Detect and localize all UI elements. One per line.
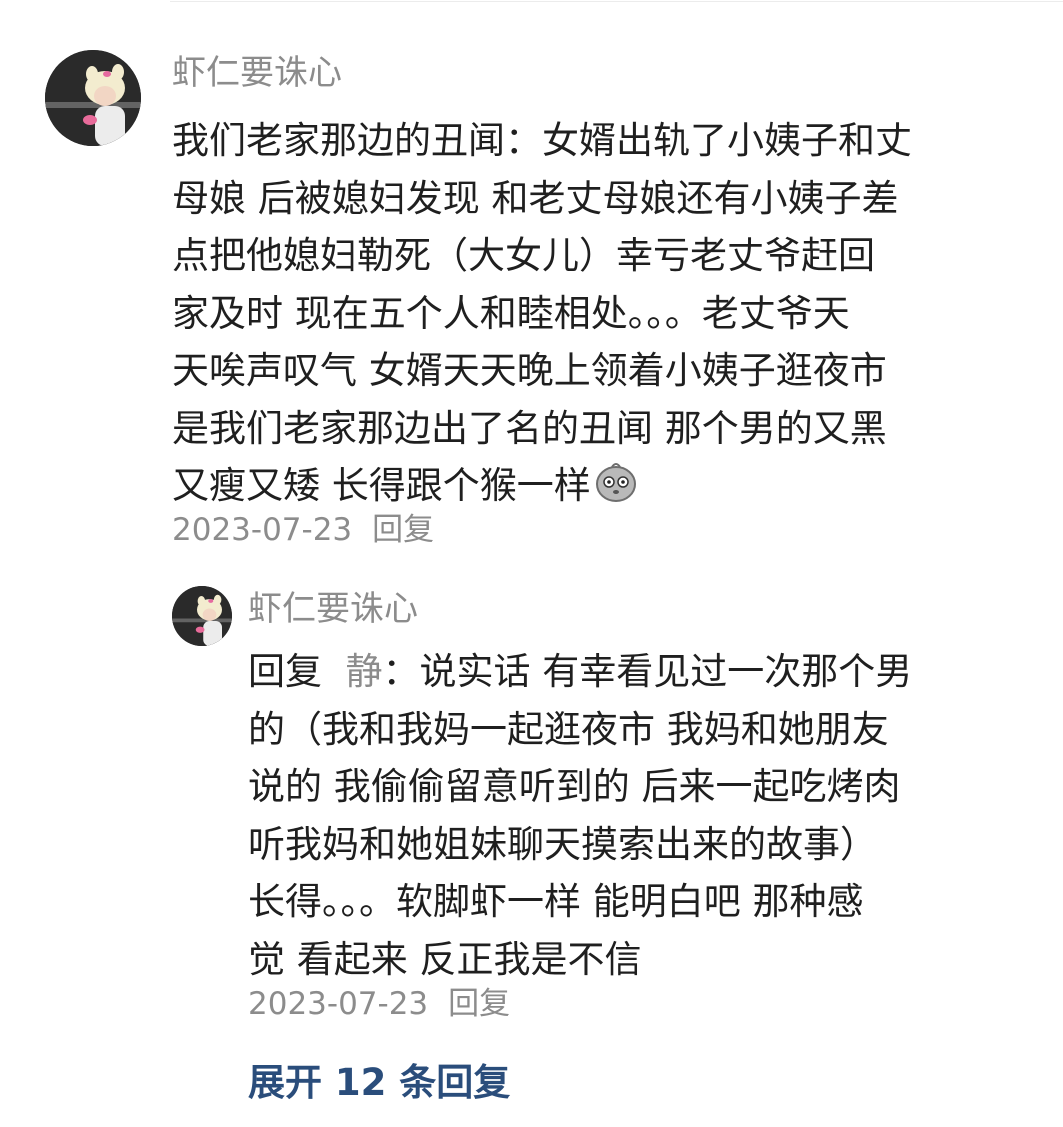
comment-line: 点把他媳妇勒死（大女儿）幸亏老丈爷赶回 [172, 234, 875, 277]
reply-user-avatar[interactable] [172, 586, 232, 646]
comment-line: 我们老家那边的丑闻：女婿出轨了小姨子和丈 [172, 119, 912, 162]
reply-line: 听我妈和她姐妹聊天摸索出来的故事） [248, 822, 877, 866]
user-avatar[interactable] [45, 50, 141, 146]
comment-reply-button[interactable]: 回复 [372, 510, 434, 550]
top-divider [170, 1, 1063, 2]
comment-line: 家及时 现在五个人和睦相处。。。老丈爷天 [172, 291, 850, 335]
reply-line: 的（我和我妈一起逛夜市 我妈和她朋友 [248, 707, 889, 751]
comment-last-line: 又瘦又矮 长得跟个猴一样 [172, 457, 1032, 515]
expand-replies-button[interactable]: 展开 12 条回复 [248, 1058, 510, 1108]
comment-date: 2023-07-23 [172, 512, 353, 548]
reply-first-line: 回复 静：说实话 有幸看见过一次那个男 [248, 643, 1038, 701]
comment-line: 母娘 后被媳妇发现 和老丈母娘还有小姨子差 [172, 176, 899, 220]
reply-line: 说的 我偷偷留意听到的 后来一起吃烤肉 [248, 765, 901, 808]
reply-reply-button[interactable]: 回复 [448, 984, 510, 1024]
comment-line: 是我们老家那边出了名的丑闻 那个男的又黑 [172, 406, 887, 450]
reply-target-user[interactable]: 静 [346, 650, 383, 693]
reply-first-line-text: ：说实话 有幸看见过一次那个男 [382, 650, 913, 693]
comment-meta: 2023-07-23 回复 [172, 510, 434, 550]
reply-body: 回复 静：说实话 有幸看见过一次那个男 的（我和我妈一起逛夜市 我妈和她朋友 说… [248, 643, 1038, 988]
reply-line: 长得。。。软脚虾一样 能明白吧 那种感 [248, 880, 864, 923]
reply-meta: 2023-07-23 回复 [248, 984, 510, 1024]
comment-line: 天唉声叹气 女婿天天晚上领着小姨子逛夜市 [172, 349, 887, 392]
speechless-face-icon [593, 458, 639, 504]
comment-body: 我们老家那边的丑闻：女婿出轨了小姨子和丈 母娘 后被媳妇发现 和老丈母娘还有小姨… [172, 112, 1032, 515]
comment-username[interactable]: 虾仁要诛心 [172, 50, 342, 96]
comment-line-text: 又瘦又矮 长得跟个猴一样 [172, 464, 591, 507]
reply-username[interactable]: 虾仁要诛心 [248, 586, 418, 632]
reply-prefix: 回复 [248, 650, 322, 693]
avatar-image [45, 50, 141, 146]
reply-line: 觉 看起来 反正我是不信 [248, 937, 642, 981]
reply-avatar-image [172, 586, 232, 646]
reply-date: 2023-07-23 [248, 986, 429, 1022]
